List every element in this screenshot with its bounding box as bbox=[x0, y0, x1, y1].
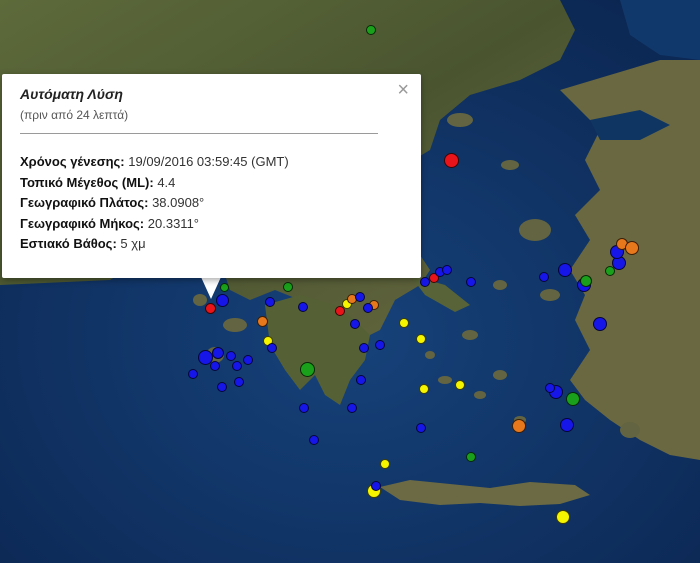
depth-row: Εστιακό Βάθος: 5 χμ bbox=[20, 234, 405, 255]
earthquake-marker-red[interactable] bbox=[443, 152, 459, 168]
latitude-label: Γεωγραφικό Πλάτος: bbox=[20, 195, 149, 210]
earthquake-marker-blue[interactable] bbox=[217, 382, 227, 392]
earthquake-marker-blue[interactable] bbox=[243, 355, 253, 365]
earthquake-marker-blue[interactable] bbox=[232, 361, 242, 371]
earthquake-marker-yellow[interactable] bbox=[455, 380, 465, 390]
earthquake-marker-blue[interactable] bbox=[558, 263, 572, 277]
earthquake-marker-green[interactable] bbox=[580, 275, 592, 287]
earthquake-marker-green[interactable] bbox=[299, 361, 315, 377]
depth-value: 5 χμ bbox=[120, 236, 146, 251]
earthquake-marker-yellow[interactable] bbox=[399, 318, 409, 328]
earthquake-marker-yellow[interactable] bbox=[380, 459, 390, 469]
earthquake-marker-blue[interactable] bbox=[299, 403, 309, 413]
longitude-row: Γεωγραφικό Μήκος: 20.3311° bbox=[20, 214, 405, 235]
earthquake-marker-blue[interactable] bbox=[545, 383, 555, 393]
earthquake-marker-blue[interactable] bbox=[593, 317, 607, 331]
info-popup: × Αυτόματη Λύση (πριν από 24 λεπτά) Χρόν… bbox=[2, 74, 421, 278]
earthquake-marker-blue[interactable] bbox=[355, 292, 365, 302]
earthquake-marker-blue[interactable] bbox=[375, 340, 385, 350]
earthquake-marker-green[interactable] bbox=[283, 282, 293, 292]
earthquake-marker-blue[interactable] bbox=[267, 343, 277, 353]
origin-time-label: Χρόνος γένεσης: bbox=[20, 154, 125, 169]
magnitude-row: Τοπικό Μέγεθος (ML): 4.4 bbox=[20, 173, 405, 194]
earthquake-marker-blue[interactable] bbox=[265, 297, 275, 307]
earthquake-marker-yellow[interactable] bbox=[419, 384, 429, 394]
earthquake-marker-blue[interactable] bbox=[363, 303, 373, 313]
latitude-value: 38.0908° bbox=[152, 195, 205, 210]
earthquake-marker-green[interactable] bbox=[566, 392, 580, 406]
origin-time-value: 19/09/2016 03:59:45 (GMT) bbox=[128, 154, 289, 169]
earthquake-marker-orange[interactable] bbox=[256, 315, 268, 327]
earthquake-marker-blue[interactable] bbox=[212, 347, 224, 359]
earthquake-marker-yellow[interactable] bbox=[416, 334, 426, 344]
close-icon[interactable]: × bbox=[397, 80, 409, 100]
earthquake-marker-blue[interactable] bbox=[234, 377, 244, 387]
earthquake-marker-blue[interactable] bbox=[298, 302, 308, 312]
depth-label: Εστιακό Βάθος: bbox=[20, 236, 117, 251]
earthquake-marker-orange[interactable] bbox=[512, 419, 526, 433]
earthquake-marker-blue[interactable] bbox=[359, 343, 369, 353]
earthquake-marker-blue[interactable] bbox=[309, 435, 319, 445]
earthquake-marker-yellow[interactable] bbox=[556, 510, 570, 524]
earthquake-marker-blue[interactable] bbox=[188, 369, 198, 379]
earthquake-marker-blue[interactable] bbox=[416, 423, 426, 433]
longitude-label: Γεωγραφικό Μήκος: bbox=[20, 215, 145, 231]
earthquake-marker-blue[interactable] bbox=[350, 319, 360, 329]
magnitude-value: 4.4 bbox=[157, 174, 176, 190]
latitude-row: Γεωγραφικό Πλάτος: 38.0908° bbox=[20, 193, 405, 214]
popup-tail bbox=[201, 277, 221, 299]
earthquake-marker-green[interactable] bbox=[466, 452, 476, 462]
earthquake-marker-blue[interactable] bbox=[210, 361, 220, 371]
earthquake-marker-green[interactable] bbox=[366, 25, 376, 35]
earthquake-marker-blue[interactable] bbox=[466, 277, 476, 287]
earthquake-marker-blue[interactable] bbox=[442, 265, 452, 275]
origin-time-row: Χρόνος γένεσης: 19/09/2016 03:59:45 (GMT… bbox=[20, 152, 405, 173]
earthquake-marker-blue[interactable] bbox=[226, 351, 236, 361]
earthquake-marker-blue[interactable] bbox=[371, 481, 381, 491]
popup-divider bbox=[20, 133, 378, 134]
earthquake-marker-orange[interactable] bbox=[625, 241, 639, 255]
popup-subtitle: (πριν από 24 λεπτά) bbox=[20, 108, 129, 122]
longitude-value: 20.3311° bbox=[147, 215, 199, 231]
earthquake-marker-blue[interactable] bbox=[356, 375, 366, 385]
earthquake-marker-blue[interactable] bbox=[560, 418, 574, 432]
magnitude-label: Τοπικό Μέγεθος (ML): bbox=[20, 174, 154, 190]
earthquake-marker-blue[interactable] bbox=[539, 272, 549, 282]
popup-title: Αυτόματη Λύση bbox=[20, 86, 123, 102]
earthquake-marker-blue[interactable] bbox=[347, 403, 357, 413]
earthquake-marker-red[interactable] bbox=[204, 302, 216, 314]
